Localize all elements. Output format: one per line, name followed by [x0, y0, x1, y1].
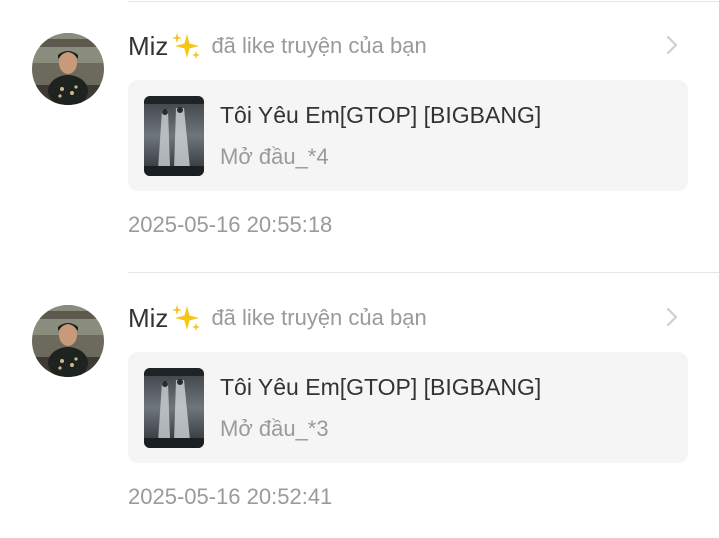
chapter-title: Mở đầu_*3 [220, 416, 329, 441]
notification-header: Miz đã like truyện của bạn [128, 27, 427, 65]
notification-item[interactable]: Miz đã like truyện của bạn Tôi Yêu Em[GT… [0, 272, 719, 538]
avatar[interactable] [32, 33, 104, 105]
timestamp: 2025-05-16 20:55:18 [128, 212, 333, 237]
chevron-right-icon[interactable] [665, 306, 679, 333]
sparkles-icon [171, 31, 201, 61]
notification-feed: Miz đã like truyện của bạn Tôi Yêu Em[GT… [0, 0, 719, 538]
user-name[interactable]: Miz [128, 303, 168, 334]
timestamp: 2025-05-16 20:52:41 [128, 484, 333, 509]
action-text: đã like truyện của bạn [211, 33, 427, 58]
notification-header: Miz đã like truyện của bạn [128, 299, 427, 337]
chapter-title: Mở đầu_*4 [220, 144, 329, 169]
story-cover [144, 368, 204, 448]
story-cover [144, 96, 204, 176]
avatar[interactable] [32, 305, 104, 377]
story-card[interactable]: Tôi Yêu Em[GTOP] [BIGBANG] Mở đầu_*3 [128, 352, 688, 463]
notification-item[interactable]: Miz đã like truyện của bạn Tôi Yêu Em[GT… [0, 0, 719, 272]
sparkles-icon [171, 303, 201, 333]
chevron-right-icon[interactable] [665, 34, 679, 61]
action-text: đã like truyện của bạn [211, 305, 427, 330]
story-card[interactable]: Tôi Yêu Em[GTOP] [BIGBANG] Mở đầu_*4 [128, 80, 688, 191]
story-title: Tôi Yêu Em[GTOP] [BIGBANG] [220, 102, 542, 128]
story-title: Tôi Yêu Em[GTOP] [BIGBANG] [220, 374, 542, 400]
user-name[interactable]: Miz [128, 31, 168, 62]
